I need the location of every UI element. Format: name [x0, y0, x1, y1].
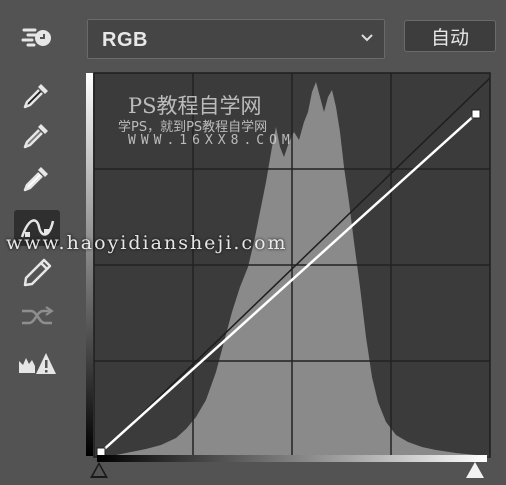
white-point-slider[interactable]	[466, 462, 484, 478]
clipping-warning-icon	[19, 353, 56, 374]
chevron-down-icon	[361, 34, 373, 42]
channel-select[interactable]: RGB	[87, 19, 385, 59]
gray-point-eyedropper-button[interactable]	[14, 117, 60, 153]
on-image-adjust-icon	[21, 28, 51, 47]
watermark-site: www.haoyidiansheji.com	[6, 232, 288, 254]
black-point-eyedropper-button[interactable]	[14, 77, 60, 113]
channel-select-value: RGB	[102, 29, 148, 51]
curve-point-white[interactable]	[471, 109, 481, 119]
auto-button[interactable]: 自动	[404, 20, 496, 52]
smooth-curve-button[interactable]	[14, 298, 60, 334]
smooth-curve-icon	[22, 306, 54, 325]
pencil-tool-icon	[23, 258, 52, 287]
white-point-eyedropper-icon	[23, 167, 48, 192]
auto-button-label: 自动	[430, 26, 469, 49]
gray-point-eyedropper-icon	[23, 124, 48, 149]
output-gradient-bar	[86, 73, 93, 456]
black-point-slider[interactable]	[90, 462, 108, 478]
white-point-eyedropper-button[interactable]	[14, 160, 60, 196]
black-point-eyedropper-icon	[23, 84, 48, 109]
clipping-warning-button[interactable]	[14, 346, 60, 382]
pencil-tool-button[interactable]	[14, 254, 60, 290]
on-image-adjust-button[interactable]	[14, 20, 60, 56]
watermark-url: WWW.16XX8.COM	[128, 133, 295, 148]
input-gradient-bar	[97, 455, 487, 462]
